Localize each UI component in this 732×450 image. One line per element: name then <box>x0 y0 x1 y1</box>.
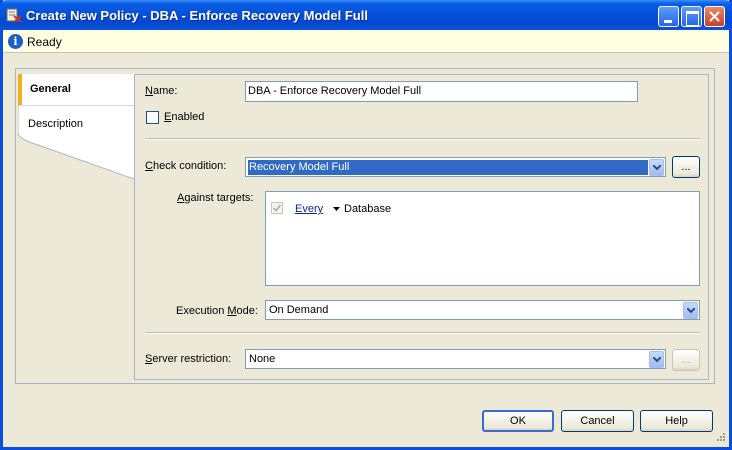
title-bar[interactable]: Create New Policy - DBA - Enforce Recove… <box>0 0 732 30</box>
policy-icon <box>6 8 22 23</box>
check-condition-label: Check condition: <box>145 160 227 172</box>
server-restriction-dropdown-button[interactable] <box>649 351 664 368</box>
server-restriction-value: None <box>249 353 276 365</box>
targets-list[interactable]: Every Database <box>265 191 700 286</box>
cancel-button[interactable]: Cancel <box>561 410 634 432</box>
help-button[interactable]: Help <box>640 410 713 432</box>
execution-mode-label: Execution Mode: <box>176 305 258 317</box>
chevron-down-icon <box>653 165 661 171</box>
server-restriction-label: Server restriction: <box>145 353 232 365</box>
separator-bottom <box>145 332 700 334</box>
execution-mode-dropdown-button[interactable] <box>683 302 698 319</box>
target-quantifier-link[interactable]: Every <box>295 203 323 215</box>
quantifier-dropdown-icon[interactable] <box>333 207 340 211</box>
window-title: Create New Policy - DBA - Enforce Recove… <box>26 8 368 23</box>
tab-general-label: General <box>30 83 71 95</box>
enabled-label: Enabled <box>164 111 205 123</box>
ok-button[interactable]: OK <box>482 410 554 432</box>
tab-description-shape <box>18 105 137 180</box>
resize-grip-icon[interactable] <box>714 432 726 444</box>
server-restriction-dropdown[interactable]: None <box>245 349 666 369</box>
maximize-button[interactable] <box>681 6 702 27</box>
name-field[interactable]: DBA - Enforce Recovery Model Full <box>245 81 638 102</box>
execution-mode-value: On Demand <box>269 304 329 316</box>
chevron-down-icon <box>653 357 661 363</box>
server-restriction-browse-button[interactable]: ... <box>672 349 700 371</box>
enabled-checkbox[interactable] <box>146 111 159 124</box>
execution-mode-dropdown[interactable]: On Demand <box>265 300 700 320</box>
check-condition-dropdown-button[interactable] <box>649 159 664 176</box>
target-checkbox[interactable] <box>271 202 283 214</box>
tab-general[interactable]: General <box>18 74 136 105</box>
target-type: Database <box>344 203 392 215</box>
status-text: Ready <box>27 35 62 49</box>
check-condition-value: Recovery Model Full <box>248 160 648 175</box>
check-condition-dropdown[interactable]: Recovery Model Full <box>245 157 666 177</box>
against-targets-label: Against targets: <box>177 192 254 204</box>
close-button[interactable] <box>704 6 725 27</box>
chevron-down-icon <box>687 308 695 314</box>
close-icon <box>709 11 720 22</box>
separator-top <box>145 138 700 140</box>
info-icon: i <box>8 34 23 49</box>
name-label: Name: <box>145 85 178 97</box>
status-bar: i Ready <box>3 30 729 53</box>
check-condition-browse-button[interactable]: ... <box>672 156 700 178</box>
minimize-button[interactable] <box>658 6 679 27</box>
tab-description[interactable]: Description <box>28 118 83 130</box>
